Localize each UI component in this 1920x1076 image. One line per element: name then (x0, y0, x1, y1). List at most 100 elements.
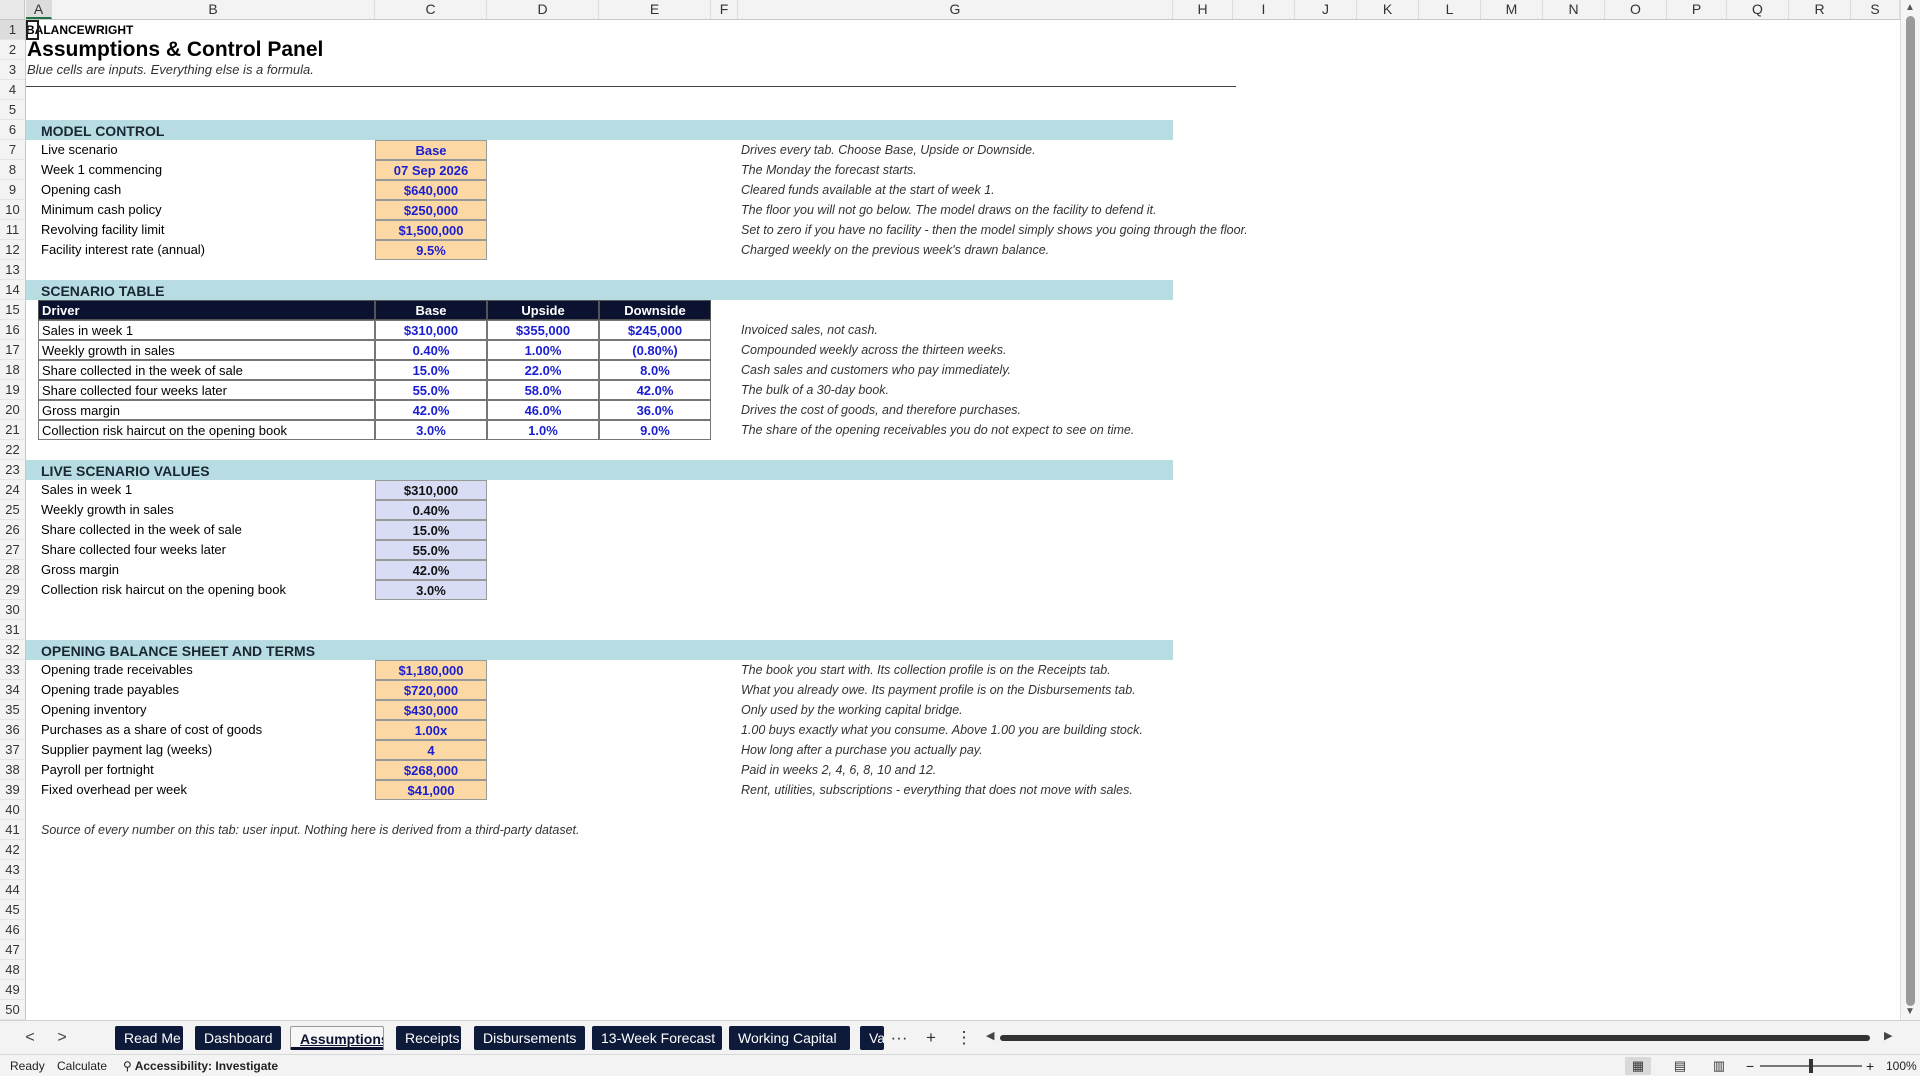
column-header-n[interactable]: N (1543, 0, 1605, 19)
row-header-32[interactable]: 32 (0, 640, 25, 660)
row-header-45[interactable]: 45 (0, 900, 25, 920)
scenario-downside-input[interactable]: (0.80%) (599, 340, 711, 360)
model-control-input[interactable]: $1,500,000 (375, 220, 487, 240)
row-header-38[interactable]: 38 (0, 760, 25, 780)
row-header-46[interactable]: 46 (0, 920, 25, 940)
row-header-3[interactable]: 3 (0, 60, 25, 80)
row-header-39[interactable]: 39 (0, 780, 25, 800)
scenario-base-input[interactable]: 42.0% (375, 400, 487, 420)
row-header-9[interactable]: 9 (0, 180, 25, 200)
row-header-43[interactable]: 43 (0, 860, 25, 880)
opening-bs-input[interactable]: 1.00x (375, 720, 487, 740)
row-header-1[interactable]: 1 (0, 20, 25, 40)
row-header-17[interactable]: 17 (0, 340, 25, 360)
row-header-44[interactable]: 44 (0, 880, 25, 900)
column-header-p[interactable]: P (1667, 0, 1727, 19)
row-header-23[interactable]: 23 (0, 460, 25, 480)
row-header-35[interactable]: 35 (0, 700, 25, 720)
zoom-out-button[interactable]: − (1746, 1055, 1754, 1076)
column-header-q[interactable]: Q (1727, 0, 1789, 19)
vertical-scrollbar[interactable]: ▲ ▼ (1900, 0, 1920, 1020)
next-sheet-button[interactable]: > (51, 1027, 73, 1049)
row-header-37[interactable]: 37 (0, 740, 25, 760)
zoom-level[interactable]: 100% (1886, 1055, 1917, 1076)
sheet-tab-dashboard[interactable]: Dashboard (195, 1026, 281, 1050)
row-header-50[interactable]: 50 (0, 1000, 25, 1020)
row-header-25[interactable]: 25 (0, 500, 25, 520)
zoom-slider-thumb[interactable] (1809, 1059, 1813, 1073)
row-header-7[interactable]: 7 (0, 140, 25, 160)
column-header-d[interactable]: D (487, 0, 599, 19)
row-header-11[interactable]: 11 (0, 220, 25, 240)
sheet-tab-working-capital[interactable]: Working Capital (729, 1026, 850, 1050)
live-value-cell[interactable]: 42.0% (375, 560, 487, 580)
row-header-49[interactable]: 49 (0, 980, 25, 1000)
row-header-19[interactable]: 19 (0, 380, 25, 400)
scenario-base-input[interactable]: 3.0% (375, 420, 487, 440)
scenario-downside-input[interactable]: $245,000 (599, 320, 711, 340)
scroll-down-arrow-icon[interactable]: ▼ (1905, 1006, 1915, 1017)
page-layout-view-icon[interactable]: ▤ (1667, 1057, 1693, 1075)
row-header-28[interactable]: 28 (0, 560, 25, 580)
sheet-tab-read-me[interactable]: Read Me (115, 1026, 183, 1050)
scenario-downside-input[interactable]: 9.0% (599, 420, 711, 440)
live-value-cell[interactable]: 3.0% (375, 580, 487, 600)
opening-bs-input[interactable]: $268,000 (375, 760, 487, 780)
scenario-base-input[interactable]: 15.0% (375, 360, 487, 380)
model-control-input[interactable]: 07 Sep 2026 (375, 160, 487, 180)
row-header-10[interactable]: 10 (0, 200, 25, 220)
column-header-m[interactable]: M (1481, 0, 1543, 19)
model-control-input[interactable]: $640,000 (375, 180, 487, 200)
scenario-upside-input[interactable]: 46.0% (487, 400, 599, 420)
column-header-c[interactable]: C (375, 0, 487, 19)
column-header-i[interactable]: I (1233, 0, 1295, 19)
row-header-6[interactable]: 6 (0, 120, 25, 140)
sheet-tab-13-week-forecast[interactable]: 13-Week Forecast (592, 1026, 722, 1050)
row-header-5[interactable]: 5 (0, 100, 25, 120)
live-value-cell[interactable]: $310,000 (375, 480, 487, 500)
opening-bs-input[interactable]: $41,000 (375, 780, 487, 800)
accessibility-button[interactable]: ⚲ Accessibility: Investigate (123, 1055, 278, 1076)
scenario-upside-input[interactable]: 58.0% (487, 380, 599, 400)
row-header-42[interactable]: 42 (0, 840, 25, 860)
horizontal-scroll-thumb[interactable] (1000, 1035, 1870, 1041)
prev-sheet-button[interactable]: < (19, 1027, 41, 1049)
row-header-36[interactable]: 36 (0, 720, 25, 740)
row-header-8[interactable]: 8 (0, 160, 25, 180)
row-header-24[interactable]: 24 (0, 480, 25, 500)
row-header-12[interactable]: 12 (0, 240, 25, 260)
row-header-2[interactable]: 2 (0, 40, 25, 60)
row-header-16[interactable]: 16 (0, 320, 25, 340)
column-header-f[interactable]: F (711, 0, 738, 19)
scenario-downside-input[interactable]: 8.0% (599, 360, 711, 380)
model-control-input[interactable]: 9.5% (375, 240, 487, 260)
row-header-34[interactable]: 34 (0, 680, 25, 700)
horizontal-scrollbar[interactable]: ◀ ▶ (986, 1029, 1896, 1047)
column-header-j[interactable]: J (1295, 0, 1357, 19)
sheet-grid[interactable]: BALANCEWRIGHT Assumptions & Control Panel… (26, 20, 1900, 1020)
scroll-up-arrow-icon[interactable]: ▲ (1905, 2, 1915, 13)
scenario-upside-input[interactable]: $355,000 (487, 320, 599, 340)
scenario-downside-input[interactable]: 36.0% (599, 400, 711, 420)
page-break-view-icon[interactable]: ▥ (1706, 1057, 1732, 1075)
scenario-upside-input[interactable]: 1.00% (487, 340, 599, 360)
row-header-48[interactable]: 48 (0, 960, 25, 980)
vertical-scroll-thumb[interactable] (1906, 16, 1915, 1006)
add-sheet-button[interactable]: + (920, 1027, 942, 1049)
row-header-4[interactable]: 4 (0, 80, 25, 100)
calculate-button[interactable]: Calculate (57, 1055, 107, 1076)
row-header-29[interactable]: 29 (0, 580, 25, 600)
live-value-cell[interactable]: 0.40% (375, 500, 487, 520)
row-header-14[interactable]: 14 (0, 280, 25, 300)
column-header-e[interactable]: E (599, 0, 711, 19)
live-value-cell[interactable]: 15.0% (375, 520, 487, 540)
select-all-corner[interactable] (0, 0, 25, 19)
column-header-h[interactable]: H (1173, 0, 1233, 19)
scenario-upside-input[interactable]: 22.0% (487, 360, 599, 380)
scenario-base-input[interactable]: $310,000 (375, 320, 487, 340)
zoom-in-button[interactable]: + (1866, 1055, 1874, 1076)
model-control-input[interactable]: $250,000 (375, 200, 487, 220)
row-header-13[interactable]: 13 (0, 260, 25, 280)
opening-bs-input[interactable]: $720,000 (375, 680, 487, 700)
scenario-base-input[interactable]: 0.40% (375, 340, 487, 360)
